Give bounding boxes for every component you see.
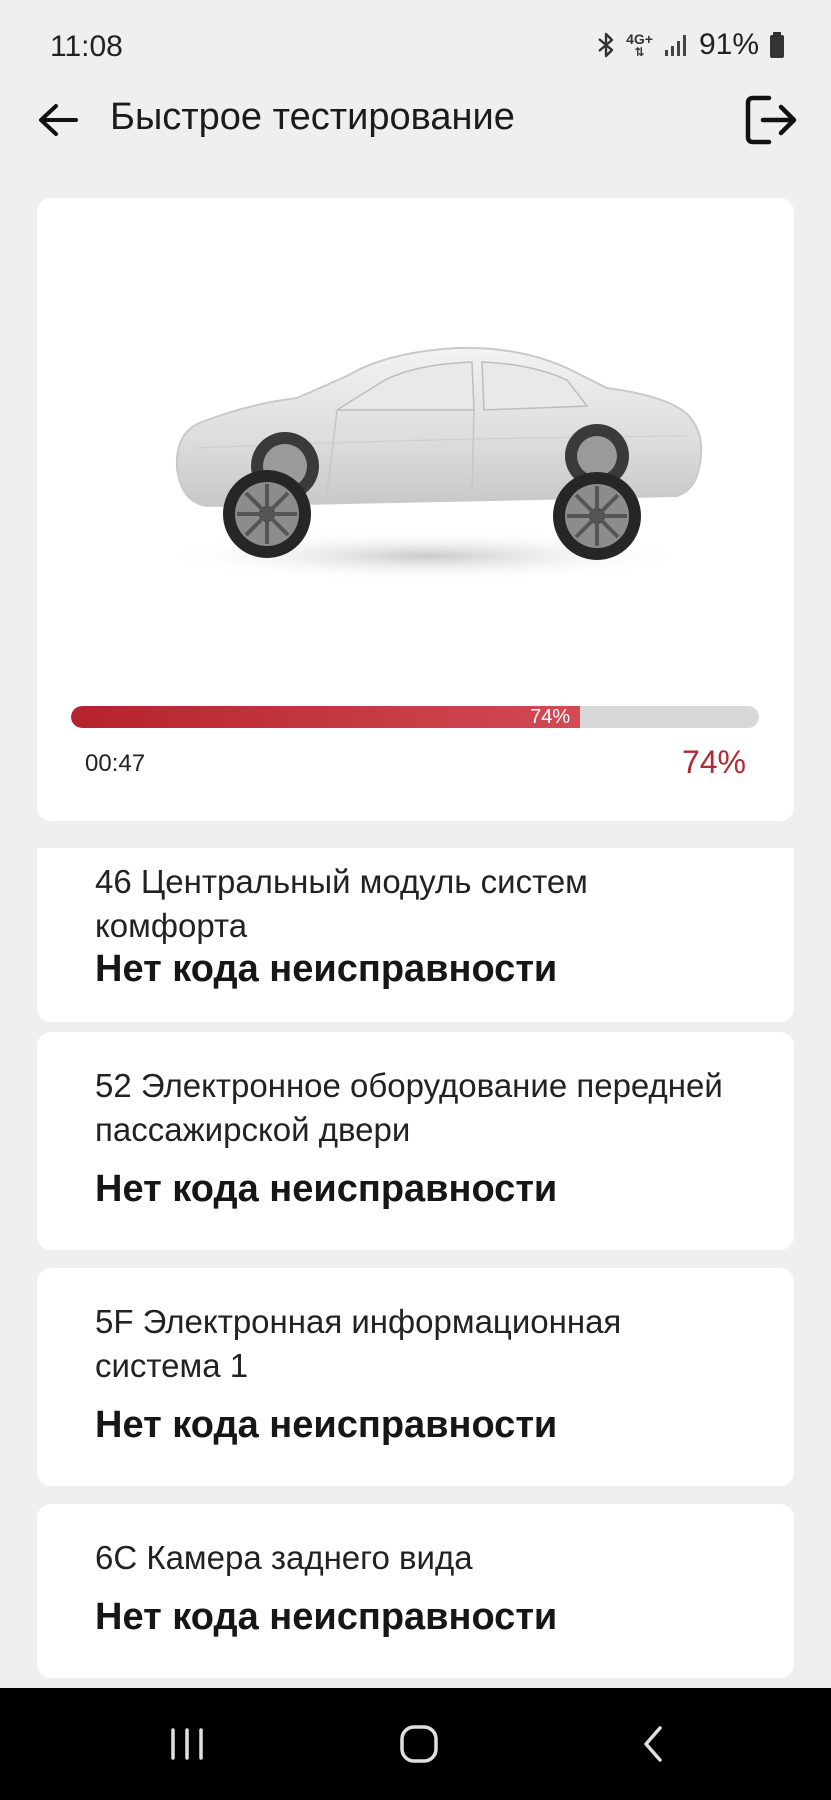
signal-icon: [663, 32, 689, 58]
list-item[interactable]: 46 Центральный модуль систем комфорта Не…: [37, 848, 794, 1022]
battery-label: 91%: [698, 28, 759, 61]
arrow-left-icon: [39, 104, 78, 136]
list-item[interactable]: 5F Электронная информационная система 1 …: [37, 1268, 794, 1486]
elapsed-time: 00:47: [85, 750, 146, 777]
recent-apps-icon: [171, 1728, 203, 1760]
system-navigation-bar: [0, 1688, 831, 1800]
chevron-left-icon: [644, 1726, 662, 1762]
back-button[interactable]: [30, 92, 86, 148]
home-button[interactable]: [384, 1716, 454, 1772]
module-status: Нет кода неисправности: [95, 1404, 558, 1446]
page-title: Быстрое тестирование: [110, 96, 515, 138]
car-illustration: [127, 318, 727, 618]
recent-apps-button[interactable]: [152, 1716, 222, 1772]
exit-button[interactable]: [739, 88, 803, 152]
list-item[interactable]: 6C Камера заднего вида Нет кода неисправ…: [37, 1504, 794, 1678]
module-name: 6C Камера заднего вида: [95, 1539, 473, 1576]
list-item[interactable]: 52 Электронное оборудование передней пас…: [37, 1032, 794, 1250]
test-progress-card: 74% 00:47 74%: [37, 198, 794, 821]
logout-icon: [745, 95, 797, 145]
module-status: Нет кода неисправности: [95, 1596, 558, 1638]
module-name: 52 Электронное оборудование передней пас…: [95, 1067, 723, 1148]
home-icon: [400, 1725, 438, 1763]
battery-icon: [769, 31, 785, 59]
progress-bar: 74%: [71, 706, 759, 728]
progress-fill: 74%: [71, 706, 581, 728]
status-time: 11:08: [50, 30, 123, 63]
status-icons: 4G+ ⇅ 91%: [596, 28, 785, 62]
network-type: 4G+ ⇅: [626, 30, 653, 59]
back-nav-button[interactable]: [618, 1716, 688, 1772]
results-list[interactable]: 46 Центральный модуль систем комфорта Не…: [0, 848, 831, 1688]
app-bar: Быстрое тестирование: [0, 80, 831, 156]
module-name: 5F Электронная информационная система 1: [95, 1303, 622, 1384]
module-status: Нет кода неисправности: [95, 948, 558, 990]
module-status: Нет кода неисправности: [95, 1168, 558, 1210]
progress-percent: 74%: [681, 744, 746, 780]
bluetooth-icon: [596, 31, 616, 59]
module-name: 46 Центральный модуль систем комфорта: [95, 863, 588, 944]
progress-inner-label: 74%: [530, 706, 571, 728]
